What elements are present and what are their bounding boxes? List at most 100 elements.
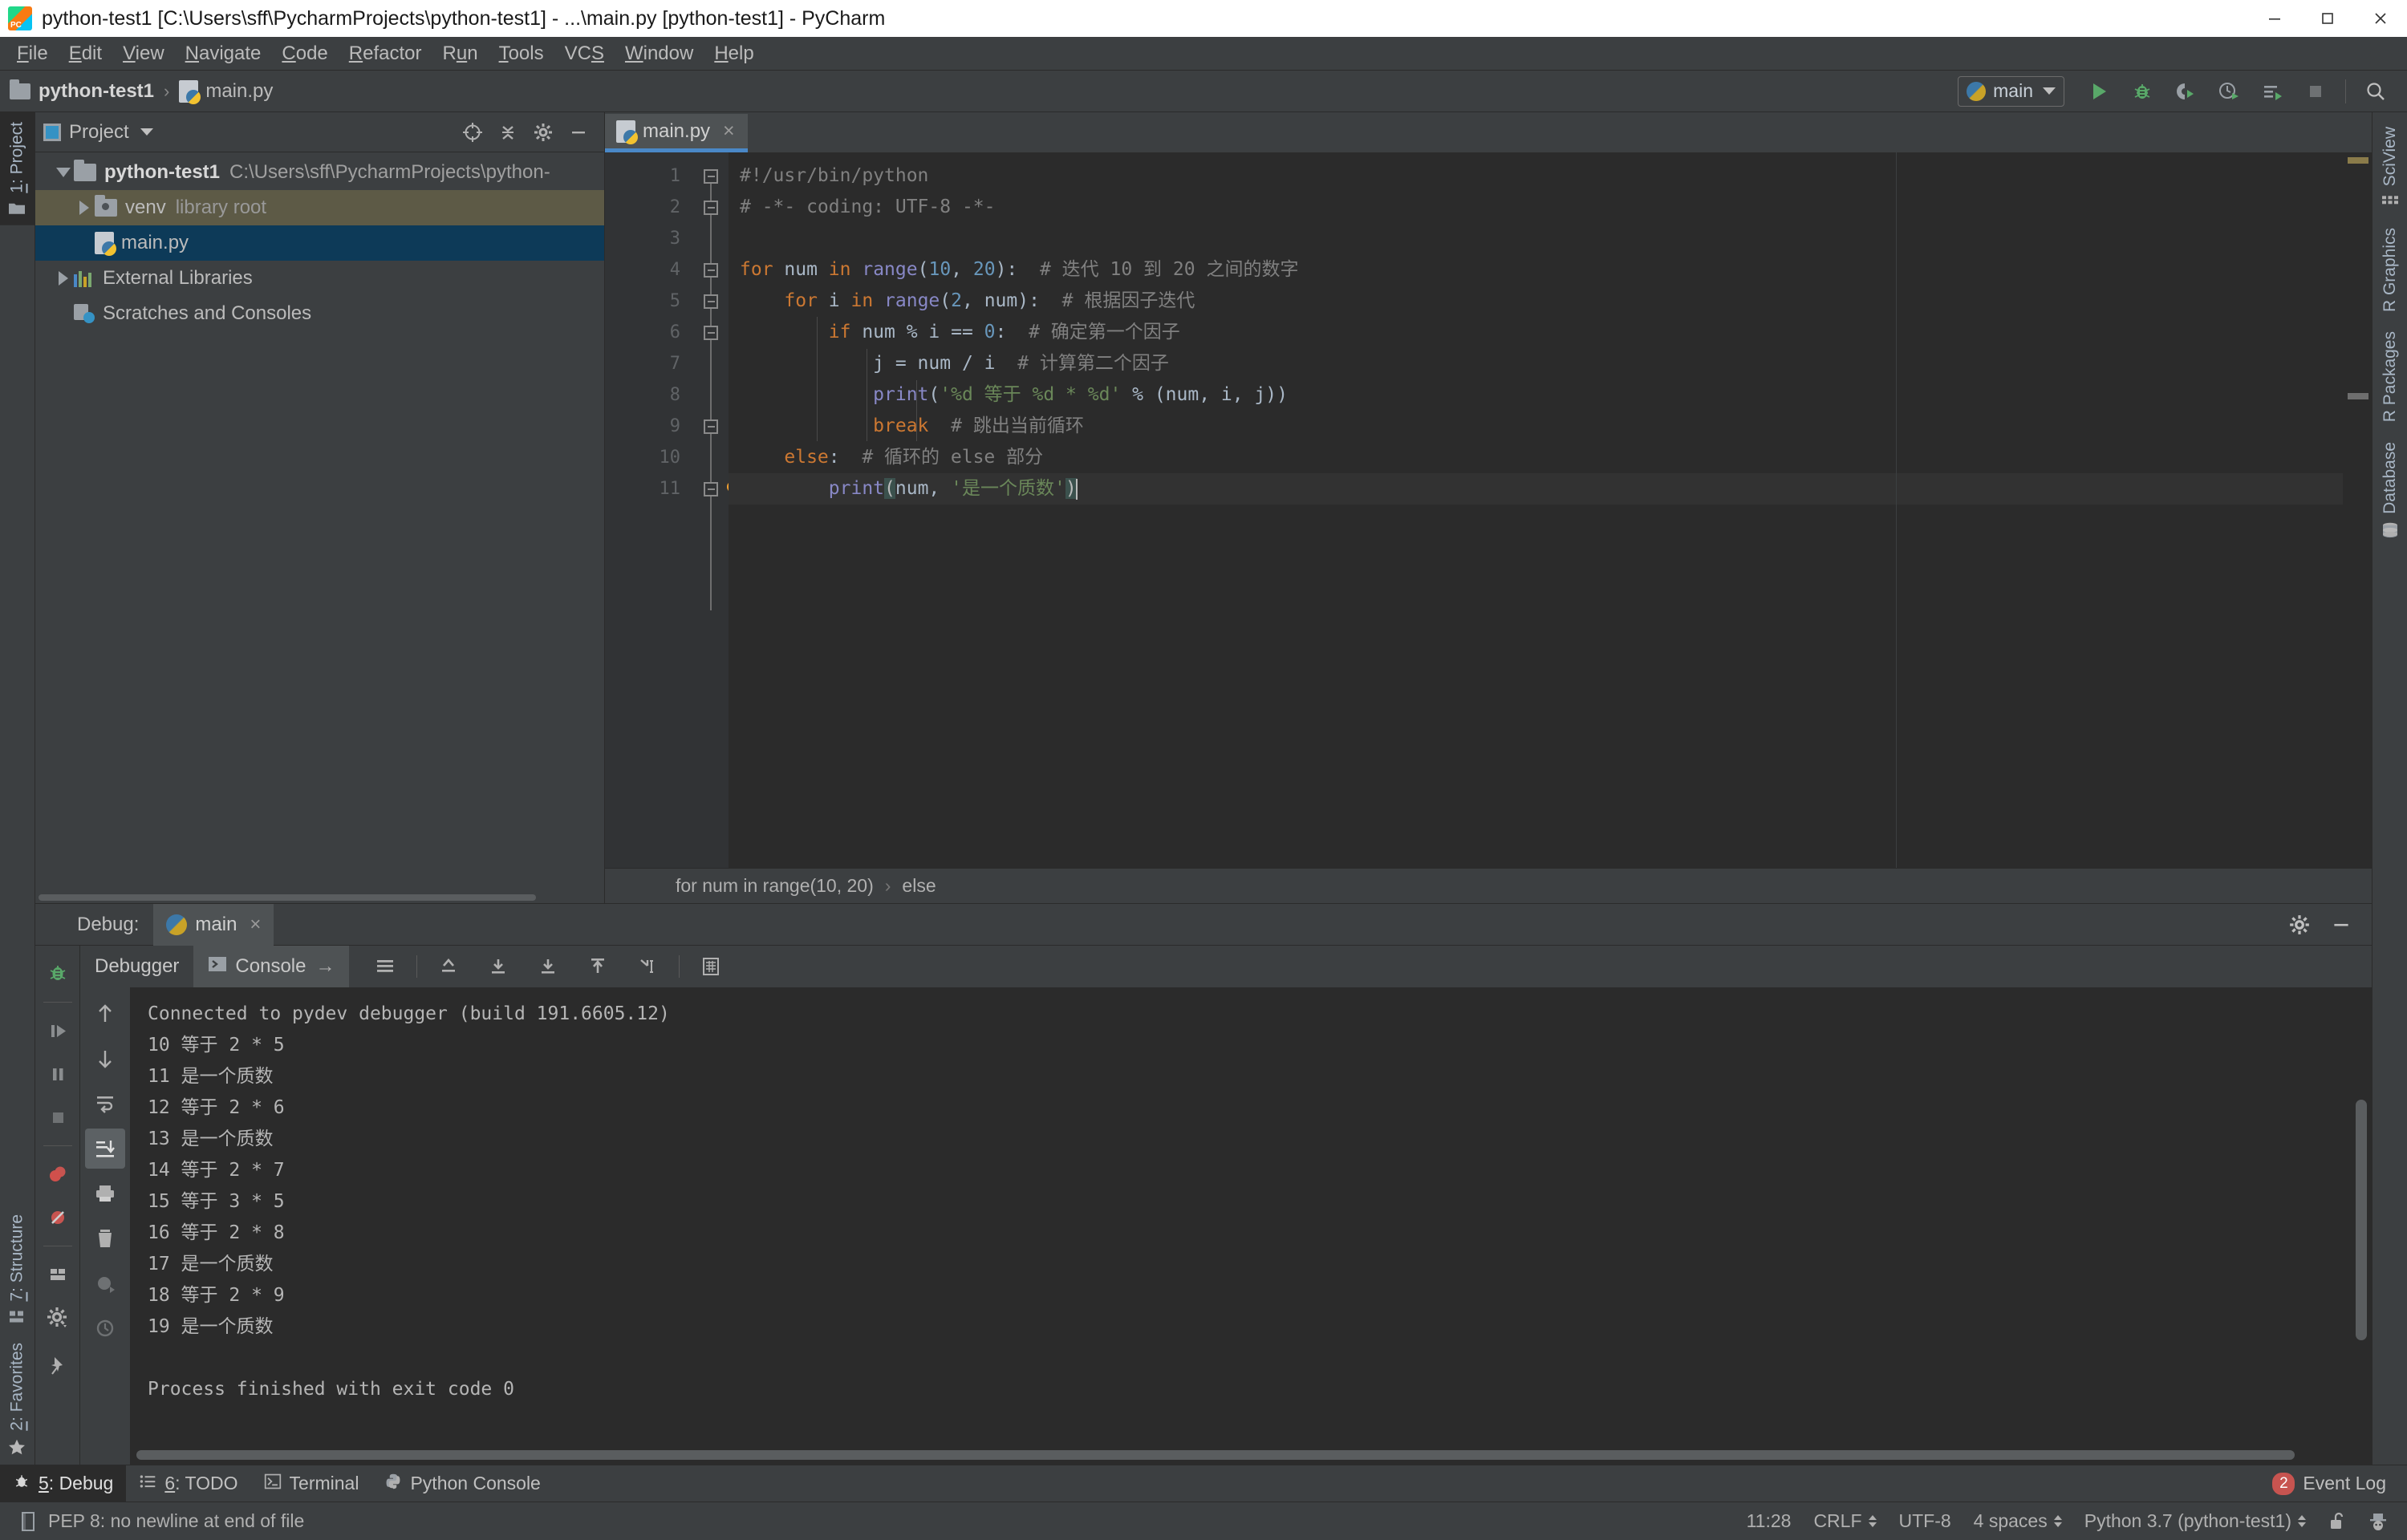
console-output[interactable]: Connected to pydev debugger (build 191.6… (130, 987, 2372, 1465)
chevron-right-icon[interactable] (53, 271, 74, 286)
breadcrumb-file[interactable]: main.py (205, 80, 273, 103)
stop-button[interactable] (2294, 73, 2337, 110)
caret-position[interactable]: 11:28 (1735, 1510, 1803, 1532)
tab-debug[interactable]: 5: Debug (0, 1465, 127, 1502)
indent-selector[interactable]: 4 spaces (1963, 1510, 2073, 1532)
sidebar-item-project[interactable]: 1: Project (0, 112, 35, 225)
hide-panel-button[interactable] (2324, 907, 2359, 942)
resume-program-button[interactable] (46, 1011, 70, 1051)
pin-tab-button[interactable] (46, 1346, 70, 1386)
run-tests-button[interactable] (2251, 73, 2294, 110)
breadcrumb-item-for[interactable]: for num in range(10, 20) (676, 875, 874, 897)
debug-session-tab[interactable]: main × (153, 903, 274, 946)
python-console-button[interactable] (85, 1263, 125, 1303)
chevron-right-icon[interactable] (74, 201, 95, 215)
code-content[interactable]: #!/usr/bin/python # -*- coding: UTF-8 -*… (729, 152, 2343, 868)
detach-icon[interactable]: → (315, 955, 335, 978)
tree-row-external-libraries[interactable]: External Libraries (35, 261, 604, 296)
hector-icon[interactable] (2357, 1511, 2399, 1532)
chevron-down-icon[interactable] (140, 128, 153, 136)
menu-edit[interactable]: Edit (59, 37, 112, 71)
encoding-selector[interactable]: UTF-8 (1888, 1510, 1963, 1532)
mute-breakpoints-button[interactable] (46, 1198, 70, 1238)
profile-button[interactable] (2207, 73, 2251, 110)
close-icon[interactable]: × (723, 120, 735, 143)
debug-button[interactable] (2121, 73, 2164, 110)
fold-marker[interactable] (693, 192, 729, 223)
tab-console[interactable]: Console → (193, 946, 350, 987)
menu-view[interactable]: View (112, 37, 175, 71)
menu-vcs[interactable]: VCS (554, 37, 615, 71)
force-step-into-button[interactable] (523, 946, 573, 987)
sidebar-item-structure[interactable]: 7: Structure (0, 1205, 35, 1334)
scroll-up-button[interactable] (85, 994, 125, 1034)
line-separator-selector[interactable]: CRLF (1802, 1510, 1887, 1532)
stripe-mark-warning[interactable] (2348, 157, 2368, 164)
sidebar-item-r-graphics[interactable]: R Graphics (2381, 218, 2400, 322)
settings-gear-button[interactable] (2282, 907, 2317, 942)
fold-marker[interactable] (693, 286, 729, 317)
close-button[interactable] (2354, 0, 2407, 37)
breadcrumb-project[interactable]: python-test1 (39, 80, 154, 103)
run-button[interactable] (2077, 73, 2121, 110)
fold-marker[interactable] (693, 160, 729, 192)
console-vertical-scrollbar[interactable] (2356, 1100, 2367, 1340)
select-opened-file-button[interactable] (455, 115, 490, 150)
hide-panel-button[interactable] (561, 115, 596, 150)
tab-terminal[interactable]: Terminal (251, 1465, 372, 1502)
menu-tools[interactable]: Tools (489, 37, 554, 71)
minimize-button[interactable] (2248, 0, 2301, 37)
print-button[interactable] (85, 1173, 125, 1214)
event-log-button[interactable]: 2 Event Log (2272, 1472, 2407, 1495)
stop-button[interactable] (46, 1097, 70, 1137)
scroll-to-end-button[interactable] (85, 1129, 125, 1169)
breadcrumb-item-else[interactable]: else (902, 875, 936, 897)
soft-wrap-button[interactable] (85, 1084, 125, 1124)
history-button[interactable] (85, 1308, 125, 1348)
menu-file[interactable]: File (6, 37, 59, 71)
menu-help[interactable]: Help (704, 37, 764, 71)
menu-navigate[interactable]: Navigate (175, 37, 272, 71)
chevron-down-icon[interactable] (53, 168, 74, 177)
fold-marker[interactable] (693, 411, 729, 442)
error-stripe-gutter[interactable] (2343, 152, 2372, 868)
unlocked-icon[interactable] (2317, 1511, 2357, 1532)
tab-debugger[interactable]: Debugger (80, 946, 193, 987)
sidebar-item-sciview[interactable]: SciView (2381, 117, 2400, 218)
project-horizontal-scrollbar[interactable] (35, 892, 604, 903)
menu-run[interactable]: Run (432, 37, 489, 71)
close-icon[interactable]: × (250, 914, 261, 936)
tree-row-venv[interactable]: venv library root (35, 190, 604, 225)
tab-python-console[interactable]: Python Console (371, 1465, 553, 1502)
fold-marker[interactable] (693, 254, 729, 286)
menu-refactor[interactable]: Refactor (339, 37, 432, 71)
run-configuration-selector[interactable]: main (1958, 75, 2064, 107)
interpreter-selector[interactable]: Python 3.7 (python-test1) (2073, 1510, 2317, 1532)
tab-todo[interactable]: 6: TODO (126, 1465, 250, 1502)
run-coverage-button[interactable] (2164, 73, 2207, 110)
view-breakpoints-button[interactable] (46, 1154, 70, 1194)
search-everywhere-button[interactable] (2354, 73, 2397, 110)
evaluate-expression-button[interactable] (686, 946, 736, 987)
menu-window[interactable]: Window (615, 37, 704, 71)
step-out-button[interactable] (573, 946, 623, 987)
sidebar-item-database[interactable]: Database (2381, 432, 2400, 548)
clear-all-button[interactable] (85, 1218, 125, 1258)
step-into-button[interactable] (473, 946, 523, 987)
run-to-cursor-button[interactable] (623, 946, 672, 987)
scroll-down-button[interactable] (85, 1039, 125, 1079)
settings-gear-button[interactable] (526, 115, 561, 150)
inspection-icon[interactable] (8, 1511, 48, 1532)
tree-row-python-test1[interactable]: python-test1 C:\Users\sff\PycharmProject… (35, 155, 604, 190)
step-out-of-button[interactable] (424, 946, 473, 987)
settings-gear-button[interactable] (46, 1298, 70, 1338)
tree-row-main-py[interactable]: main.py (35, 225, 604, 261)
tree-row-scratches-and-consoles[interactable]: Scratches and Consoles (35, 296, 604, 331)
sidebar-item-r-packages[interactable]: R Packages (2381, 322, 2400, 432)
maximize-button[interactable] (2301, 0, 2354, 37)
console-horizontal-scrollbar[interactable] (136, 1450, 2295, 1460)
sidebar-item-favorites[interactable]: 2: Favorites (0, 1333, 35, 1465)
fold-marker[interactable] (693, 473, 738, 505)
pause-program-button[interactable] (46, 1054, 70, 1094)
layout-settings-button[interactable] (46, 1254, 70, 1295)
